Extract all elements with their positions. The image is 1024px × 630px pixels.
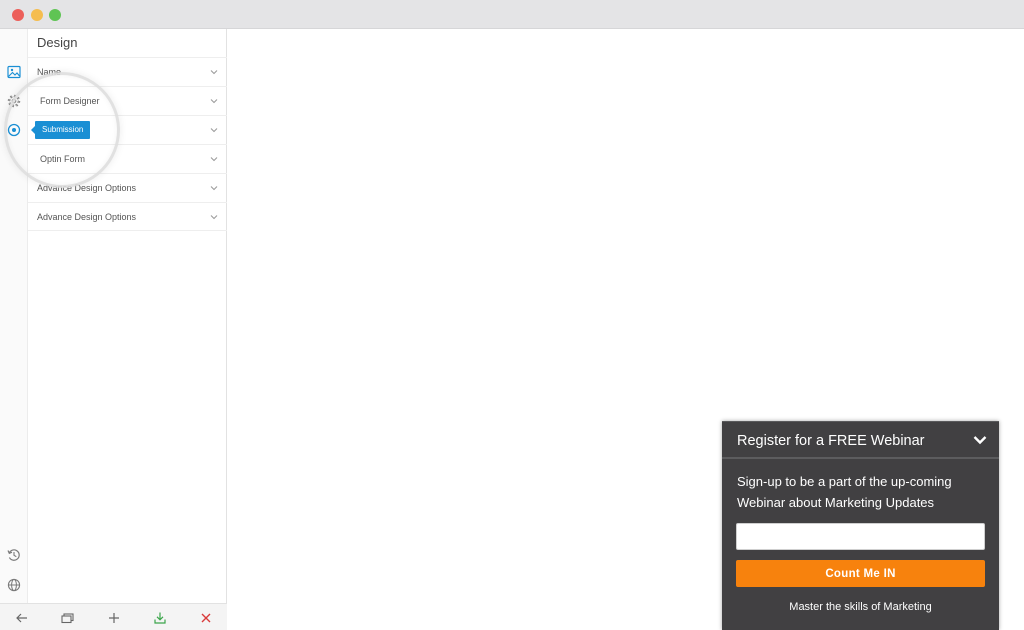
chevron-down-icon <box>210 186 218 191</box>
accordion-label: Form Designer <box>40 96 100 106</box>
accordion-form-designer[interactable]: Form Designer <box>28 86 227 115</box>
webinar-optin-widget: Register for a FREE Webinar Sign-up to b… <box>722 421 999 630</box>
accordion-label: Advance Design Options <box>37 183 137 193</box>
chevron-down-icon <box>210 70 218 75</box>
accordion-label: Name <box>37 67 62 77</box>
window-titlebar <box>0 0 1024 29</box>
back-arrow-icon[interactable] <box>15 611 29 625</box>
target-icon[interactable] <box>6 122 22 138</box>
add-icon[interactable] <box>107 611 121 625</box>
widget-title: Register for a FREE Webinar <box>737 433 925 449</box>
download-icon[interactable] <box>153 611 167 625</box>
design-panel: Design Name Form Designer Optin Form Adv… <box>28 29 227 630</box>
maximize-window-button[interactable] <box>49 9 61 21</box>
accordion-optin-form[interactable]: Optin Form <box>28 144 227 173</box>
globe-icon[interactable] <box>6 577 22 593</box>
chevron-down-icon <box>210 215 218 220</box>
chevron-down-icon <box>210 128 218 133</box>
accordion-advance-design-options-2[interactable]: Advance Design Options <box>28 202 227 231</box>
preview-icon[interactable] <box>61 611 75 625</box>
chevron-down-icon <box>210 157 218 162</box>
chevron-down-icon[interactable] <box>973 435 987 445</box>
icon-rail <box>0 29 28 630</box>
widget-footer-text: Master the skills of Marketing <box>789 601 932 613</box>
accordion-label: Advance Design Options <box>37 212 137 222</box>
close-icon[interactable] <box>199 611 213 625</box>
gear-icon[interactable] <box>6 93 22 109</box>
panel-title: Design <box>37 35 78 50</box>
close-window-button[interactable] <box>12 9 24 21</box>
image-icon[interactable] <box>6 64 22 80</box>
widget-header[interactable]: Register for a FREE Webinar <box>722 422 999 459</box>
minimize-window-button[interactable] <box>31 9 43 21</box>
submission-tooltip: Submission <box>30 121 91 139</box>
count-me-in-button[interactable]: Count Me IN <box>736 560 985 587</box>
accordion-name[interactable]: Name <box>28 57 227 86</box>
history-icon[interactable] <box>6 547 22 563</box>
accordion-label: Optin Form <box>40 154 86 164</box>
chevron-down-icon <box>210 99 218 104</box>
panel-bottom-toolbar <box>0 603 227 630</box>
widget-description: Sign-up to be a part of the up-coming We… <box>737 474 952 510</box>
accordion-advance-design-options[interactable]: Advance Design Options <box>28 173 227 202</box>
email-field[interactable] <box>736 523 985 550</box>
